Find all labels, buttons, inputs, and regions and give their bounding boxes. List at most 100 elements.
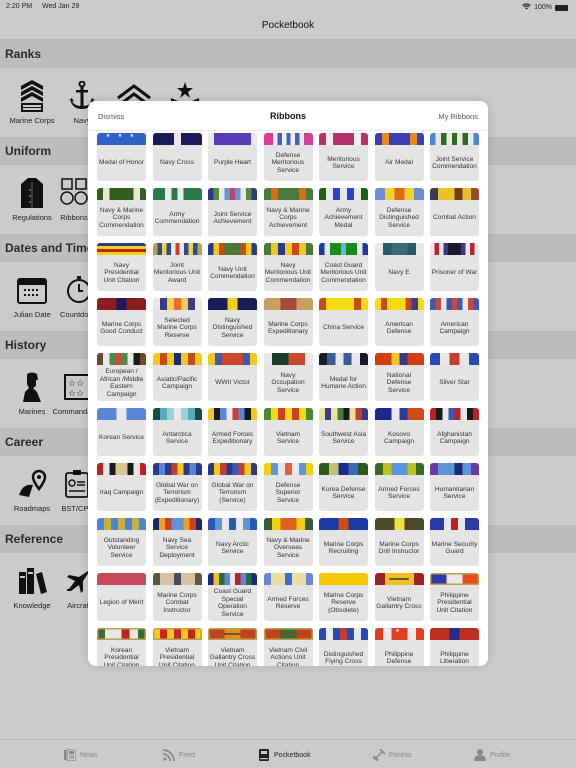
- ribbon-card[interactable]: Kosovo Campaign: [374, 408, 424, 456]
- ribbons-scroll-area[interactable]: ★ ★ ★ Medal of Honor Navy Cross Purple Hear…: [88, 101, 488, 666]
- ribbon-name: Armed Forces Service: [378, 485, 420, 501]
- ribbon-name: Navy Distinguished Service: [212, 316, 253, 339]
- ribbon-name: Joint Service Commendation: [432, 155, 477, 171]
- ribbon-card[interactable]: Global War on Terrorism (Service): [208, 463, 257, 511]
- ribbon-card[interactable]: Air Medal: [374, 133, 424, 181]
- ribbon-card[interactable]: Distinguished Flying Cross: [319, 628, 368, 666]
- ribbon-card[interactable]: Armed Forces Expeditionary: [208, 408, 257, 456]
- ribbon-card[interactable]: Marine Corps Expeditionary: [263, 298, 313, 346]
- ribbon-image: ★ ★ ★: [374, 628, 424, 640]
- ribbon-card[interactable]: Asiatic/Pacific Campaign: [152, 353, 202, 401]
- ribbon-card[interactable]: Philippine Presidential Unit Citation: [430, 573, 479, 621]
- tab-pocketbook[interactable]: Pocketbook: [258, 749, 311, 761]
- ribbon-image: [152, 298, 202, 310]
- ribbon-image: [97, 188, 146, 200]
- ribbon-card[interactable]: Korean Presidential Unit Citation: [97, 628, 146, 666]
- my-ribbons-button[interactable]: My Ribbons: [438, 112, 478, 121]
- ribbon-card[interactable]: Joint Meritorious Unit Award: [152, 243, 202, 291]
- ribbon-card[interactable]: Marine Corps Combat Instructor: [152, 573, 202, 621]
- ribbon-card[interactable]: Coast Guard Meritorious Unit Commendatio…: [319, 243, 368, 291]
- ribbon-card[interactable]: Korea Defense Service: [319, 463, 368, 511]
- ribbon-card[interactable]: Combat Action: [430, 188, 479, 236]
- page-title: Pocketbook: [261, 20, 315, 31]
- ribbon-name: China Service: [322, 324, 365, 332]
- ribbon-card[interactable]: Joint Service Commendation: [430, 133, 479, 181]
- ribbon-card[interactable]: Defense Distinguished Service: [374, 188, 424, 236]
- ribbon-card[interactable]: WWII Victor: [208, 353, 257, 401]
- ribbon-card[interactable]: Navy Meritorious Unit Commendation: [263, 243, 313, 291]
- ribbon-image: [208, 518, 257, 530]
- ribbon-card[interactable]: Korean Service: [97, 408, 146, 456]
- ribbon-image: [97, 628, 146, 640]
- ribbon-card[interactable]: Navy Presidential Unit Citation: [97, 243, 146, 291]
- ribbon-card[interactable]: Global War on Terrorism (Expeditionary): [152, 463, 202, 511]
- ribbon-card[interactable]: ★ ★ ★ Medal of Honor: [97, 133, 146, 181]
- ribbon-card[interactable]: Philippine Liberation: [430, 628, 479, 666]
- ribbon-card[interactable]: Afghanistan Campaign: [430, 408, 479, 456]
- ribbon-image: [263, 573, 313, 585]
- ribbon-card[interactable]: Navy Distinguished Service: [208, 298, 257, 346]
- tab-fitness[interactable]: Fitness: [373, 749, 412, 761]
- ribbon-card[interactable]: Marine Corps Recruiting: [319, 518, 368, 566]
- ribbon-card[interactable]: Humanitarian Service: [430, 463, 479, 511]
- ribbon-card[interactable]: Armed Forces Service: [374, 463, 424, 511]
- ribbon-card[interactable]: Iraq Campaign: [97, 463, 146, 511]
- ribbon-card[interactable]: European / African /Middle Eastern Campa…: [97, 353, 146, 401]
- ribbon-card[interactable]: Navy E: [374, 243, 424, 291]
- ribbon-card[interactable]: Navy Occupation Service: [263, 353, 313, 401]
- tab-news[interactable]: News: [64, 749, 98, 761]
- ribbon-card[interactable]: Marine Corps Drill Instructor: [374, 518, 424, 566]
- ribbon-card[interactable]: Legion of Merit: [97, 573, 146, 621]
- ribbon-card[interactable]: Prisoner of War: [430, 243, 479, 291]
- ribbon-card[interactable]: Navy & Marine Corps Commendation: [97, 188, 146, 236]
- tab-profile[interactable]: Profile: [474, 749, 510, 761]
- ribbon-image: [430, 243, 479, 255]
- ribbon-card[interactable]: Army Achievement Medal: [319, 188, 368, 236]
- ribbon-card[interactable]: Purple Heart: [208, 133, 257, 181]
- ribbon-card[interactable]: Armed Forces Reserve: [263, 573, 313, 621]
- ribbon-card[interactable]: Navy Sea Service Deployment: [152, 518, 202, 566]
- ribbon-card[interactable]: Silver Star: [430, 353, 479, 401]
- ribbon-card[interactable]: Marine Corps Reserve (Obsolete): [319, 573, 368, 621]
- ribbon-name: Vietnam Service: [275, 430, 301, 446]
- ribbon-card[interactable]: Outstanding Volunteer Service: [97, 518, 146, 566]
- ribbon-name: Marine Corps Good Conduct: [100, 320, 143, 336]
- ribbon-card[interactable]: Joint Service Achievement: [208, 188, 257, 236]
- ribbon-name: Meritorious Service: [327, 155, 360, 171]
- ribbon-card[interactable]: Defense Meritorious Service: [263, 133, 313, 181]
- ribbon-card[interactable]: Navy Arctic Service: [208, 518, 257, 566]
- ribbon-card[interactable]: Meritorious Service: [319, 133, 368, 181]
- ribbon-card[interactable]: Vietnam Civil Actions Unit Citation: [263, 628, 313, 666]
- ribbon-image: [152, 518, 202, 530]
- ribbon-card[interactable]: Navy & Marine Overseas Service: [263, 518, 313, 566]
- ribbon-card[interactable]: Navy Unit Commendation: [208, 243, 257, 291]
- ribbon-card[interactable]: Coast Guard Special Operation Service: [208, 573, 257, 621]
- ribbon-card[interactable]: Medal for Humane Action: [319, 353, 368, 401]
- ribbon-card[interactable]: American Campaign: [430, 298, 479, 346]
- ribbon-name: Marine Corps Drill Instructor: [378, 540, 420, 556]
- ribbon-card[interactable]: Defense Superior Service: [263, 463, 313, 511]
- modal-header: Dismiss Ribbons My Ribbons: [88, 101, 488, 131]
- ribbon-card[interactable]: Antarctica Service: [152, 408, 202, 456]
- ribbon-card[interactable]: ★ ★ ★ Philippine Defense: [374, 628, 424, 666]
- ribbon-name: Navy Cross: [159, 159, 195, 167]
- ribbon-name: Korean Presidential Unit Citation: [103, 646, 140, 666]
- ribbon-card[interactable]: Marine Corps Good Conduct: [97, 298, 146, 346]
- ribbon-card[interactable]: Vietnam Service: [263, 408, 313, 456]
- ribbon-card[interactable]: Marine Security Guard: [430, 518, 479, 566]
- ribbon-card[interactable]: American Defense: [374, 298, 424, 346]
- ribbon-card[interactable]: China Service: [319, 298, 368, 346]
- ribbon-image: [152, 133, 202, 145]
- ribbon-card[interactable]: Navy Cross: [152, 133, 202, 181]
- ribbon-card[interactable]: National Defense Service: [374, 353, 424, 401]
- ribbon-card[interactable]: Vietnam Gallantry Cross: [374, 573, 424, 621]
- ribbon-card[interactable]: Southwest Asia Service: [319, 408, 368, 456]
- ribbon-image: [208, 353, 257, 365]
- ribbon-card[interactable]: Army Commendation: [152, 188, 202, 236]
- ribbon-card[interactable]: Vietnam Presidential Unit Citation: [152, 628, 202, 666]
- ribbon-card[interactable]: Navy & Marine Corps Achievement: [263, 188, 313, 236]
- ribbon-card[interactable]: Vietnam Gallantry Cross Unit Citation: [208, 628, 257, 666]
- star-device-icon: ★ ★ ★: [383, 628, 415, 634]
- tab-feed[interactable]: Feed: [163, 749, 195, 761]
- ribbon-card[interactable]: Selected Marine Corps Reserve: [152, 298, 202, 346]
